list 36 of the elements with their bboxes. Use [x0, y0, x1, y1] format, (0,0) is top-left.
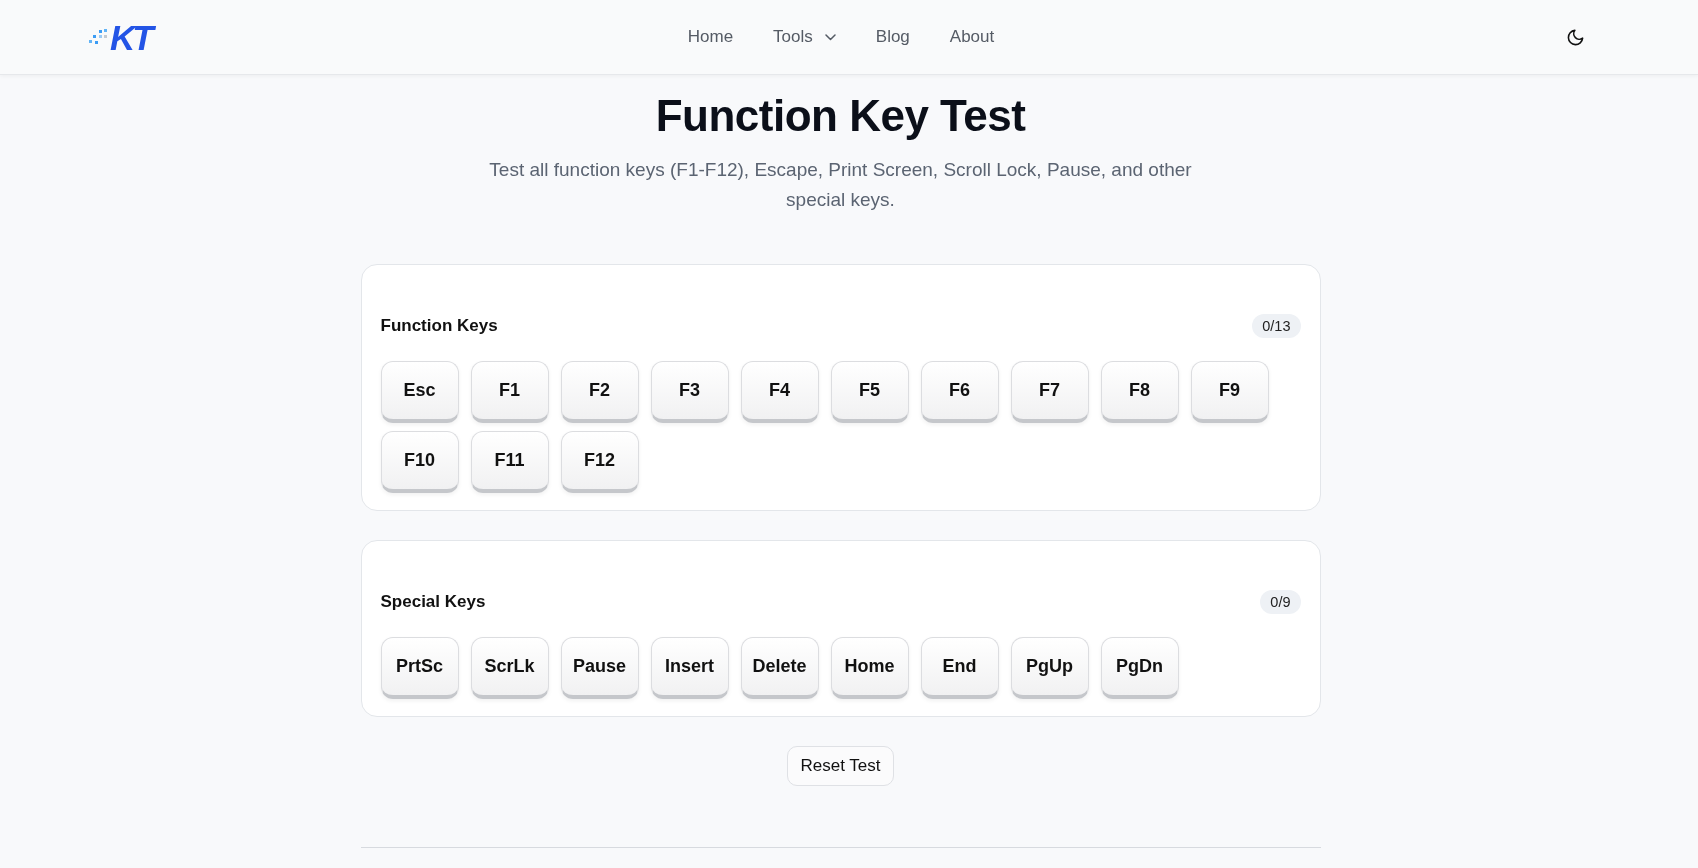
key-cap: PrtSc	[380, 637, 459, 699]
key-cap: F5	[830, 361, 909, 423]
key-cap: F10	[380, 431, 459, 493]
key-cap: PgUp	[1010, 637, 1089, 699]
key-cap: F8	[1100, 361, 1179, 423]
tested-count: 0/13	[1252, 314, 1301, 338]
key-cap: Esc	[380, 361, 459, 423]
key-cap: F3	[650, 361, 729, 423]
moon-icon	[1566, 27, 1585, 47]
group-title: Function Keys	[380, 315, 498, 337]
pixel-dots-icon	[89, 29, 109, 45]
nav-link[interactable]: Blog	[855, 18, 930, 56]
key-cap: F7	[1010, 361, 1089, 423]
page-title: Function Key Test	[654, 90, 1027, 142]
group-title: Special Keys	[380, 591, 486, 613]
nav-link[interactable]: Home	[667, 18, 754, 56]
key-cap: F9	[1190, 361, 1269, 423]
key-cap: F11	[470, 431, 549, 493]
chevron-down-icon	[824, 33, 836, 41]
key-cap: F4	[740, 361, 819, 423]
tools-dropdown[interactable]: Tools	[753, 18, 856, 56]
key-cap: Pause	[560, 637, 639, 699]
nav-link[interactable]: About	[929, 18, 1015, 56]
key-cap: F2	[560, 361, 639, 423]
key-cap: Home	[830, 637, 909, 699]
key-cap: PgDn	[1100, 637, 1179, 699]
key-cap: F6	[920, 361, 999, 423]
page-subtitle: Test all function keys (F1-F12), Escape, Print Screen, Scroll Lock, Pause, and other special keys.	[488, 158, 1193, 212]
key-cap: Insert	[650, 637, 729, 699]
key-cap: ScrLk	[470, 637, 549, 699]
key-cap: End	[920, 637, 999, 699]
tested-count: 0/9	[1260, 590, 1301, 614]
key-cap: Delete	[740, 637, 819, 699]
key-cap: F12	[560, 431, 639, 493]
reset-test-button[interactable]: Reset Test	[787, 746, 894, 786]
key-cap: F1	[470, 361, 549, 423]
